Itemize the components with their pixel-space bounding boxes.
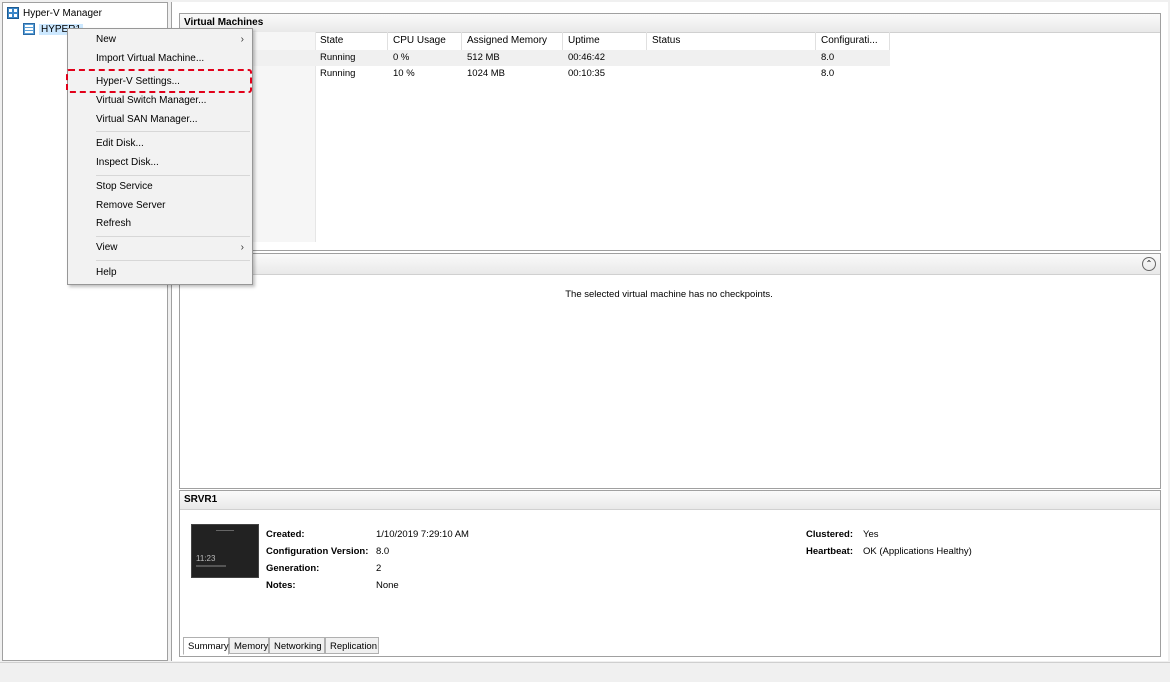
heartbeat-label: Heartbeat: <box>806 546 853 557</box>
column-header-uptime[interactable]: Uptime <box>563 32 647 50</box>
menu-item-virtual-san-manager[interactable]: Virtual SAN Manager... <box>68 111 252 129</box>
menu-item-remove-server[interactable]: Remove Server <box>68 197 252 215</box>
menu-item-inspect-disk[interactable]: Inspect Disk... <box>68 154 252 172</box>
menu-item-view[interactable]: View › <box>68 239 252 257</box>
config-version-value: 8.0 <box>376 546 390 557</box>
generation-value: 2 <box>376 563 382 574</box>
tree-item-hyperv-manager[interactable]: Hyper-V Manager <box>7 6 102 22</box>
thumbnail-decoration <box>216 530 234 531</box>
menu-item-label: View <box>96 242 118 253</box>
thumbnail-time: 11:23 <box>196 554 216 563</box>
menu-item-import-vm[interactable]: Import Virtual Machine... <box>68 50 252 68</box>
submenu-arrow-icon: › <box>240 34 244 45</box>
cell-configuration: 8.0 <box>821 52 835 63</box>
content-area: Virtual Machines State CPU Usage Assigne… <box>171 2 1168 661</box>
notes-label: Notes: <box>266 580 296 591</box>
tab-summary[interactable]: Summary <box>183 637 229 655</box>
menu-item-stop-service[interactable]: Stop Service <box>68 178 252 196</box>
menu-item-refresh[interactable]: Refresh <box>68 215 252 233</box>
highlight-annotation <box>66 69 252 93</box>
cell-state: Running <box>320 68 356 79</box>
cell-state: Running <box>320 52 356 63</box>
hyperv-manager-icon <box>7 7 19 20</box>
panel-title: Virtual Machines <box>180 14 1160 33</box>
column-header-configuration[interactable]: Configurati... <box>816 32 890 50</box>
menu-item-label: New <box>96 34 117 45</box>
cell-uptime: 00:46:42 <box>568 52 605 63</box>
details-tabs: Summary Memory Networking Replication <box>183 637 583 655</box>
tree-item-label: Hyper-V Manager <box>23 8 102 19</box>
tab-networking[interactable]: Networking <box>269 637 325 654</box>
column-header-state[interactable]: State <box>315 32 388 50</box>
menu-separator <box>96 260 250 261</box>
menu-item-new[interactable]: New › <box>68 31 252 49</box>
collapse-icon[interactable]: ⌃ <box>1142 257 1156 271</box>
clustered-label: Clustered: <box>806 529 853 540</box>
checkpoints-header <box>180 254 1160 275</box>
tab-replication[interactable]: Replication <box>325 637 379 654</box>
table-row[interactable] <box>180 66 890 82</box>
column-header-cpu[interactable]: CPU Usage <box>388 32 462 50</box>
menu-separator <box>96 131 250 132</box>
created-label: Created: <box>266 529 305 540</box>
tab-memory[interactable]: Memory <box>229 637 269 654</box>
menu-separator <box>96 175 250 176</box>
table-row[interactable] <box>180 50 890 66</box>
heartbeat-value: OK (Applications Healthy) <box>863 546 972 557</box>
context-menu: New › Import Virtual Machine... Hyper-V S… <box>67 28 253 285</box>
details-panel: SRVR1 11:23 Created: 1/10/2019 7:29:10 A… <box>179 490 1161 657</box>
config-version-label: Configuration Version: <box>266 546 369 557</box>
cell-memory: 1024 MB <box>467 68 506 79</box>
menu-item-virtual-switch-manager[interactable]: Virtual Switch Manager... <box>68 92 252 110</box>
menu-separator <box>96 236 250 237</box>
empty-checkpoints-message: The selected virtual machine has no chec… <box>565 289 773 300</box>
column-header-status[interactable]: Status <box>647 32 816 50</box>
details-title: SRVR1 <box>180 491 1160 510</box>
menu-item-help[interactable]: Help <box>68 264 252 282</box>
virtual-machines-panel: Virtual Machines State CPU Usage Assigne… <box>179 13 1161 251</box>
cell-configuration: 8.0 <box>821 68 835 79</box>
column-header-memory[interactable]: Assigned Memory <box>462 32 563 50</box>
cell-cpu: 0 % <box>393 52 410 63</box>
clustered-value: Yes <box>863 529 879 540</box>
vm-thumbnail[interactable]: 11:23 <box>191 524 259 578</box>
cell-memory: 512 MB <box>467 52 500 63</box>
created-value: 1/10/2019 7:29:10 AM <box>376 529 469 540</box>
submenu-arrow-icon: › <box>240 242 244 253</box>
cell-cpu: 10 % <box>393 68 415 79</box>
menu-item-edit-disk[interactable]: Edit Disk... <box>68 135 252 153</box>
notes-value: None <box>376 580 399 591</box>
server-icon <box>23 23 35 36</box>
thumbnail-decoration <box>196 565 226 567</box>
status-bar <box>0 662 1170 682</box>
cell-uptime: 00:10:35 <box>568 68 605 79</box>
checkpoints-panel: ⌃ The selected virtual machine has no ch… <box>179 253 1161 489</box>
generation-label: Generation: <box>266 563 320 574</box>
